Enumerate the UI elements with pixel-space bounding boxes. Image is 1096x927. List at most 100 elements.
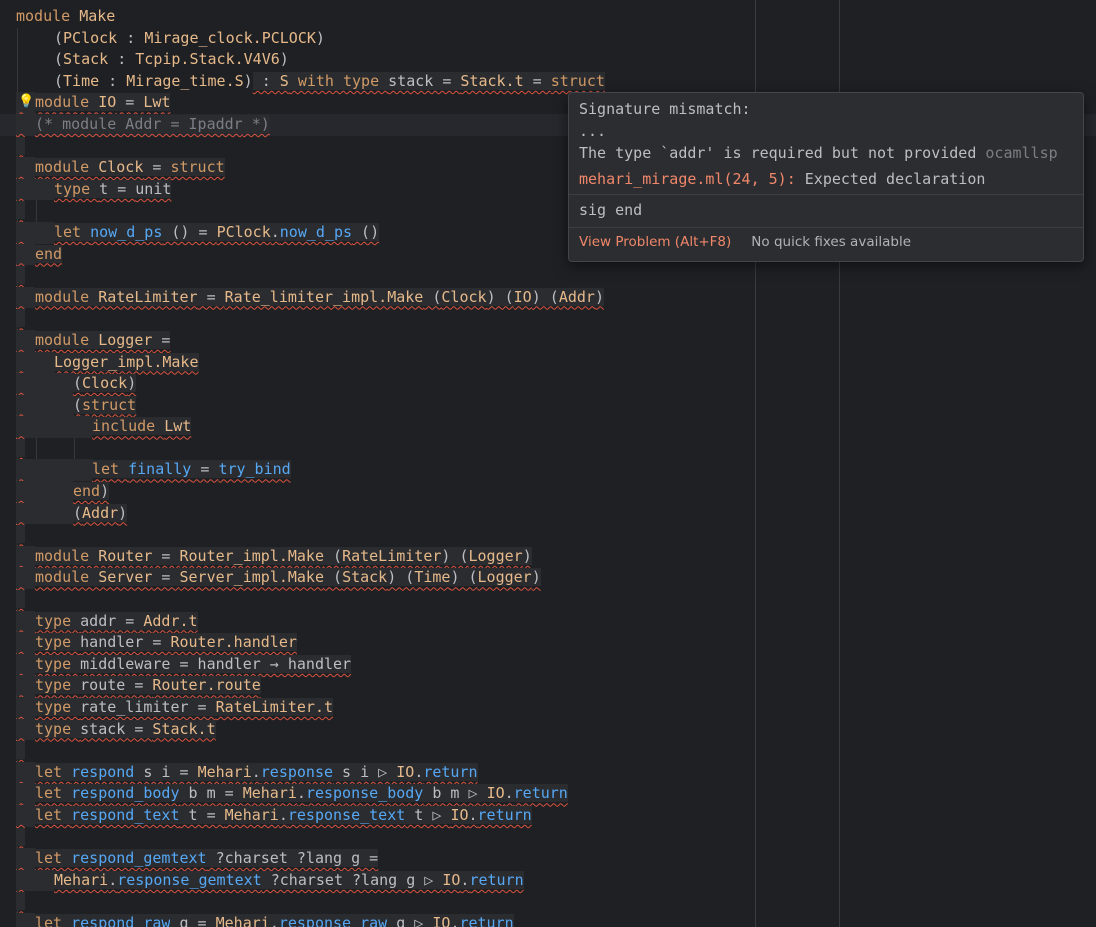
code-token: Clock — [98, 158, 144, 177]
code-line[interactable]: let respond_text t = Mehari.response_tex… — [16, 804, 1096, 827]
diagnostic-message: Signature mismatch: ... The type `addr' … — [569, 93, 1083, 164]
lightbulb-icon[interactable]: 💡 — [18, 94, 34, 109]
code-line[interactable]: let respond_raw g = Mehari.response_raw … — [16, 912, 1096, 927]
code-token: Server — [98, 568, 153, 587]
code-token: let — [35, 762, 72, 781]
code-token: Mehari — [242, 784, 297, 803]
code-line[interactable]: type handler = Router.handler — [16, 632, 1096, 654]
indent-space — [16, 416, 92, 438]
code-line[interactable]: Mehari.response_gemtext ?charset ?lang g… — [16, 869, 1096, 892]
code-token: = — [152, 546, 180, 565]
code-token: : — [252, 71, 280, 90]
indent-space — [16, 675, 35, 697]
code-line[interactable] — [16, 827, 1096, 849]
diagnostic-popup: Signature mismatch: ... The type `addr' … — [568, 92, 1084, 262]
diagnostic-ellipsis: ... — [579, 122, 607, 140]
indent-space — [16, 653, 35, 676]
code-line[interactable]: module Logger = — [16, 329, 1096, 352]
code-token: Mehari — [54, 870, 109, 889]
code-line[interactable]: let respond_body b m = Mehari.response_b… — [16, 783, 1096, 805]
indent-space — [16, 481, 73, 503]
code-line[interactable]: (Time : Mirage_time.S) : S with type sta… — [16, 71, 1096, 93]
view-problem-link[interactable]: View Problem (Alt+F8) — [579, 234, 731, 250]
code-editor[interactable]: module Make (PClock : Mirage_clock.PCLOC… — [0, 0, 1096, 927]
code-token: ) — [279, 50, 289, 69]
code-token: ( — [73, 374, 83, 393]
code-line[interactable]: (PClock : Mirage_clock.PCLOCK) — [16, 28, 1096, 50]
code-token: IO — [486, 784, 505, 803]
code-line[interactable]: type middleware = handler → handler — [16, 653, 1096, 676]
code-line[interactable]: module Make — [16, 6, 1096, 28]
code-line[interactable]: (Stack : Tcpip.Stack.V4V6) — [16, 49, 1096, 71]
code-token — [16, 266, 26, 285]
code-token: IO — [442, 870, 461, 889]
indent-space — [16, 351, 54, 374]
code-token: ) ( — [387, 568, 415, 587]
code-token: response_text — [287, 805, 406, 824]
code-token — [16, 741, 26, 760]
code-token — [16, 309, 26, 328]
code-token — [16, 136, 26, 155]
code-line[interactable]: (Clock) — [16, 373, 1096, 395]
code-token: ) ( — [486, 287, 514, 306]
code-token: ) ( — [441, 546, 469, 565]
code-line[interactable]: type stack = Stack.t — [16, 718, 1096, 741]
code-token: Make — [79, 7, 116, 25]
code-token: *) — [242, 114, 270, 133]
diagnostic-location-link[interactable]: mehari_mirage.ml(24, 5): — [579, 168, 796, 190]
code-line[interactable] — [16, 265, 1096, 287]
code-token: stack = — [80, 719, 153, 738]
code-token: ( — [54, 71, 64, 90]
code-token: . — [269, 913, 279, 927]
code-line[interactable]: module Router = Router_impl.Make (RateLi… — [16, 545, 1096, 568]
code-line[interactable]: module RateLimiter = Rate_limiter_impl.M… — [16, 286, 1096, 309]
code-line[interactable]: type addr = Addr.t — [16, 610, 1096, 633]
indent-space — [16, 394, 73, 417]
code-token — [16, 892, 26, 911]
diagnostic-title: Signature mismatch: — [579, 100, 751, 118]
code-token: Addr.t — [143, 611, 198, 630]
popup-actions: View Problem (Alt+F8) No quick fixes ava… — [569, 228, 1083, 255]
code-token: struct — [550, 71, 605, 90]
indent-space — [16, 459, 92, 482]
code-token: Addr — [558, 287, 595, 306]
code-token: S — [279, 71, 289, 90]
code-token: Lwt — [164, 417, 192, 436]
code-token: response_gemtext — [117, 870, 262, 889]
code-token: response — [260, 762, 334, 781]
code-token: Logger_impl.Make — [54, 352, 199, 371]
code-line[interactable]: type route = Router.route — [16, 675, 1096, 697]
code-line[interactable]: end) — [16, 481, 1096, 503]
code-line[interactable]: let respond_gemtext ?charset ?lang g = — [16, 848, 1096, 870]
code-line[interactable] — [16, 740, 1096, 762]
code-token: ) — [243, 71, 253, 90]
code-token: = — [191, 460, 219, 479]
code-line[interactable]: module Server = Server_impl.Make (Stack)… — [16, 567, 1096, 590]
code-token: respond_text — [71, 805, 180, 824]
code-line[interactable] — [16, 524, 1096, 546]
code-line[interactable]: Logger_impl.Make — [16, 351, 1096, 374]
code-token: finally — [128, 460, 192, 479]
code-line[interactable]: (Addr) — [16, 502, 1096, 525]
code-line[interactable] — [16, 308, 1096, 330]
code-token: let — [54, 222, 91, 241]
code-line[interactable]: include Lwt — [16, 416, 1096, 438]
code-line[interactable]: let finally = try_bind — [16, 459, 1096, 482]
indent-space — [16, 912, 35, 927]
code-line[interactable] — [16, 589, 1096, 611]
code-token: response_body — [305, 784, 424, 803]
code-token: : — [99, 71, 127, 90]
code-line[interactable] — [16, 891, 1096, 913]
code-token: Mehari — [215, 913, 270, 927]
code-token: Router.route — [152, 676, 261, 695]
code-token — [16, 525, 26, 544]
code-line[interactable]: let respond s i = Mehari.response s i ▷ … — [16, 761, 1096, 784]
code-line[interactable] — [16, 438, 1096, 460]
diagnostic-location-row: mehari_mirage.ml(24, 5): Expected declar… — [569, 164, 1083, 194]
code-line[interactable]: (struct — [16, 394, 1096, 417]
code-token: . — [108, 870, 118, 889]
code-token: Stack.t — [460, 71, 524, 90]
code-token: . — [278, 805, 288, 824]
code-line[interactable]: type rate_limiter = RateLimiter.t — [16, 697, 1096, 719]
